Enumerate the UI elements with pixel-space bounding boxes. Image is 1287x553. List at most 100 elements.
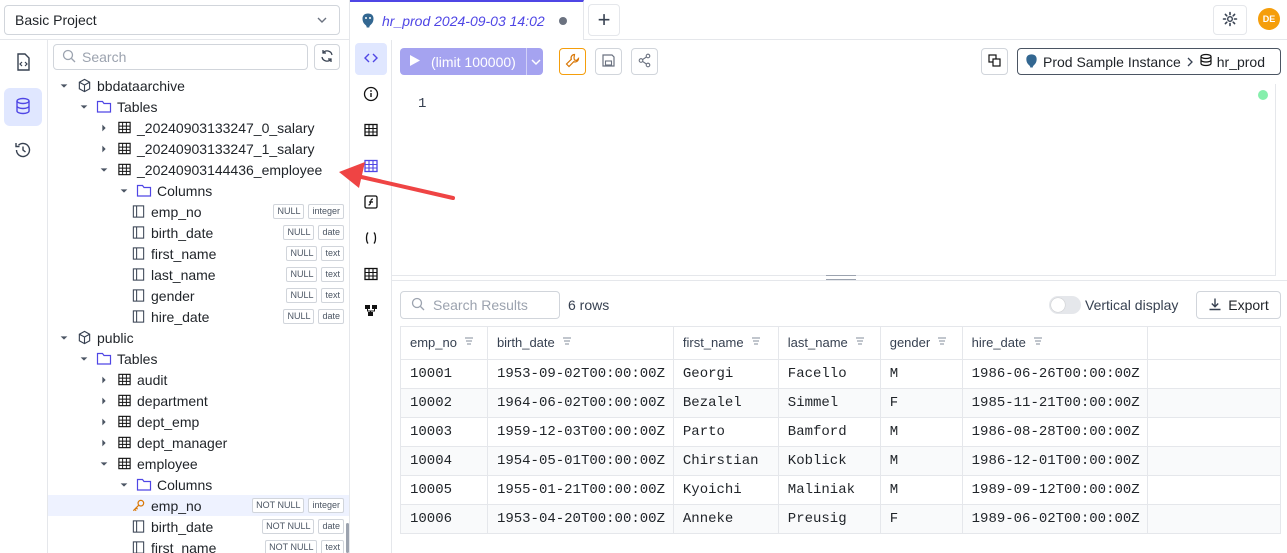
table-cell[interactable]: M [880,417,963,447]
caret-right-icon[interactable] [98,437,110,449]
tree-search[interactable] [53,44,308,70]
column-header[interactable]: hire_date [962,326,1148,360]
caret-down-icon[interactable] [58,332,70,344]
tree-row-table[interactable]: _20240903133247_0_salary [48,117,349,138]
tree-row-key[interactable]: emp_no NOT NULL integer [48,495,349,516]
caret-down-icon[interactable] [58,80,70,92]
sql-editor[interactable]: 1 [392,84,1275,276]
rail-history-button[interactable] [4,132,42,170]
table-cell[interactable]: Anneke [673,504,779,534]
table-cell[interactable]: Koblick [778,446,881,476]
tree-row-column[interactable]: birth_date NOT NULL date [48,516,349,537]
caret-right-icon[interactable] [98,143,110,155]
share-button[interactable] [631,48,658,75]
refresh-button[interactable] [314,44,340,70]
caret-down-icon[interactable] [98,458,110,470]
tree-row-table[interactable]: _20240903133247_1_salary [48,138,349,159]
table-cell[interactable]: Facello [778,359,881,389]
table-tool-button[interactable] [355,115,387,147]
table-cell[interactable]: 1986-06-26T00:00:00Z [962,359,1148,389]
caret-right-icon[interactable] [98,122,110,134]
caret-right-icon[interactable] [98,395,110,407]
tree-row-db[interactable]: bbdataarchive [48,75,349,96]
tree-row-table[interactable]: employee [48,453,349,474]
table-cell[interactable]: M [880,475,963,505]
admin-mode-button[interactable] [559,48,586,75]
sort-icon[interactable] [750,336,762,351]
tree-row-folder[interactable]: Columns [48,180,349,201]
info-tool-button[interactable] [355,79,387,111]
table-cell[interactable]: 1986-08-28T00:00:00Z [962,417,1148,447]
tree-row-column[interactable]: gender NULL text [48,285,349,306]
table-cell[interactable]: 10002 [400,388,488,418]
tree-row-column[interactable]: birth_date NULL date [48,222,349,243]
tree-row-table[interactable]: audit [48,369,349,390]
view-tool-button[interactable] [355,151,387,183]
diagram-tool-button[interactable] [355,295,387,327]
tree-row-column[interactable]: emp_no NULL integer [48,201,349,222]
table-cell[interactable]: 10006 [400,504,488,534]
table-row[interactable]: 10002 1964-06-02T00:00:00Z Bezalel Simmel F 1… [400,388,1282,418]
table-cell[interactable]: Simmel [778,388,881,418]
tree-scrollbar[interactable] [346,523,349,553]
rail-database-button[interactable] [4,88,42,126]
table-cell[interactable]: Bamford [778,417,881,447]
table-cell[interactable]: F [880,388,963,418]
save-button[interactable] [595,48,622,75]
results-search[interactable] [400,291,560,319]
table-cell[interactable]: Georgi [673,359,779,389]
tree-row-table[interactable]: dept_emp [48,411,349,432]
caret-down-icon[interactable] [98,164,110,176]
caret-down-icon[interactable] [118,185,130,197]
add-tab-button[interactable]: + [588,4,620,36]
tree-row-column[interactable]: last_name NULL text [48,264,349,285]
table-cell[interactable]: Kyoichi [673,475,779,505]
run-options-chevron-icon[interactable] [530,55,542,71]
table-cell[interactable]: 10001 [400,359,488,389]
settings-button[interactable] [1213,5,1247,35]
sort-icon[interactable] [561,336,573,351]
caret-down-icon[interactable] [118,479,130,491]
tab-hr-prod[interactable]: hr_prod 2024-09-03 14:02 [350,0,584,40]
tree-row-db[interactable]: public [48,327,349,348]
tree-row-table[interactable]: _20240903144436_employee [48,159,349,180]
caret-right-icon[interactable] [98,416,110,428]
editor-scrollbar[interactable] [1275,84,1287,276]
table-cell[interactable]: 1959-12-03T00:00:00Z [487,417,674,447]
run-query-button[interactable]: (limit 100000) [400,48,543,75]
table-cell[interactable]: 10003 [400,417,488,447]
rail-worksheet-button[interactable] [4,44,42,82]
tree-row-table[interactable]: dept_manager [48,432,349,453]
sort-icon[interactable] [1032,336,1044,351]
export-button[interactable]: Export [1196,291,1281,319]
procedure-tool-button[interactable] [355,223,387,255]
table-cell[interactable]: Maliniak [778,475,881,505]
table-cell[interactable]: F [880,504,963,534]
vertical-display-toggle[interactable] [1049,296,1081,314]
table-cell[interactable]: Bezalel [673,388,779,418]
table-cell[interactable]: Parto [673,417,779,447]
table-row[interactable]: 10001 1953-09-02T00:00:00Z Georgi Facello M 1… [400,359,1282,389]
tree-row-folder[interactable]: Tables [48,348,349,369]
user-avatar[interactable]: DE [1258,8,1280,30]
column-header[interactable]: last_name [778,326,881,360]
sort-icon[interactable] [936,336,948,351]
function-tool-button[interactable] [355,187,387,219]
table-cell[interactable]: 1989-09-12T00:00:00Z [962,475,1148,505]
table-cell[interactable]: 10004 [400,446,488,476]
tree-search-input[interactable] [82,49,282,65]
caret-down-icon[interactable] [78,353,90,365]
table-cell[interactable]: Chirstian [673,446,779,476]
table-cell[interactable]: 1953-09-02T00:00:00Z [487,359,674,389]
grid-tool-button[interactable] [355,259,387,291]
table-cell[interactable]: 1955-01-21T00:00:00Z [487,475,674,505]
project-select[interactable]: Basic Project [4,5,340,35]
table-cell[interactable]: M [880,446,963,476]
caret-right-icon[interactable] [98,374,110,386]
tree-row-folder[interactable]: Columns [48,474,349,495]
tree-row-column[interactable]: first_name NOT NULL text [48,537,349,553]
table-cell[interactable]: M [880,359,963,389]
connection-breadcrumb[interactable]: Prod Sample Instance hr_prod [1017,48,1281,75]
tree-row-folder[interactable]: Tables [48,96,349,117]
tree-row-column[interactable]: hire_date NULL date [48,306,349,327]
